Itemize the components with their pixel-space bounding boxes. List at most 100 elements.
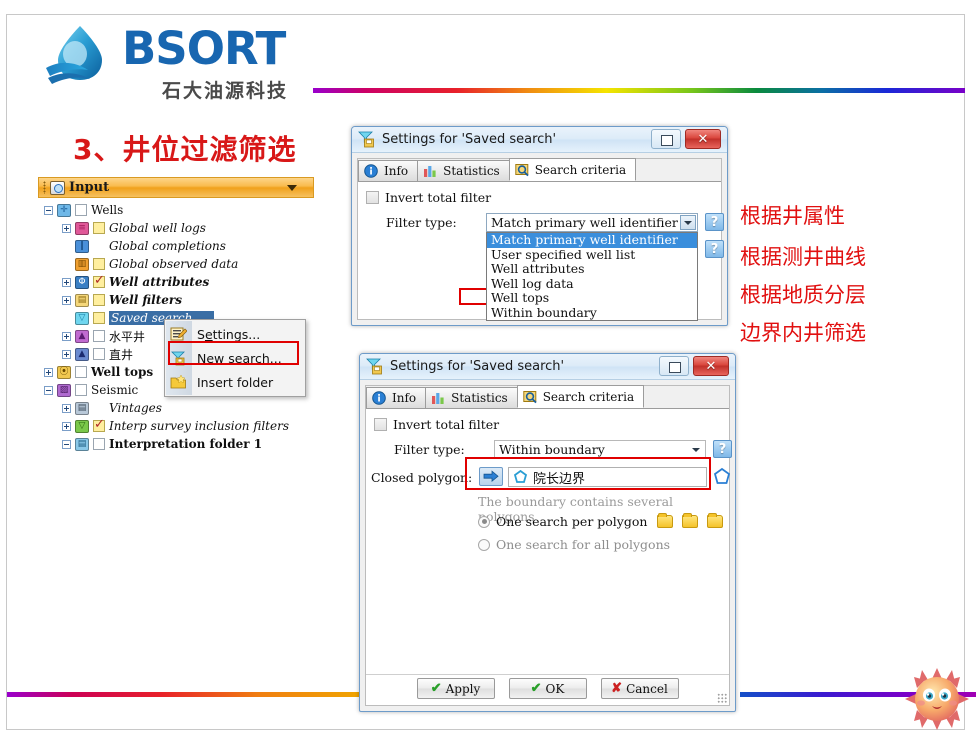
tab-info[interactable]: Info <box>366 387 427 408</box>
tree-node-checkbox[interactable] <box>93 222 105 234</box>
secondary-help-button[interactable]: ? <box>705 240 724 258</box>
dialog-top-titlebar[interactable]: Settings for 'Saved search' ✕ <box>352 127 727 153</box>
tree-expander-minus-icon[interactable] <box>62 439 71 449</box>
settings-dialog-top[interactable]: Settings for 'Saved search' ✕ Info Stati… <box>351 126 728 326</box>
chevron-down-icon[interactable] <box>287 185 297 191</box>
tab-statistics[interactable]: Statistics <box>425 387 518 408</box>
menu-item-insert-folder[interactable]: Insert folder <box>165 370 305 394</box>
completions-icon: ❙ <box>74 239 90 254</box>
dropdown-option[interactable]: User specified well list <box>487 247 697 263</box>
tree-node[interactable]: ▤ Well filters <box>38 291 314 309</box>
tree-node[interactable]: ▥ Global observed data <box>38 255 314 273</box>
tree-node-label: Global observed data <box>109 257 239 271</box>
tree-expander-plus-icon[interactable] <box>62 349 71 359</box>
tab-info[interactable]: Info <box>358 160 419 181</box>
tab-search-criteria[interactable]: Search criteria <box>516 385 645 408</box>
tree-node[interactable]: Φ Well attributes <box>38 273 314 291</box>
input-panel-header[interactable]: Input <box>38 177 314 198</box>
tree-node-checkbox[interactable] <box>93 258 105 270</box>
tree-node[interactable]: ▤ Vintages <box>38 399 314 417</box>
tree-expander-plus-icon[interactable] <box>62 421 71 431</box>
tab-statistics[interactable]: Statistics <box>417 160 510 181</box>
filter-type-combo[interactable]: Match primary well identifier <box>486 213 698 232</box>
polygon-picker-icon[interactable] <box>713 467 731 486</box>
insert-selection-arrow-button[interactable] <box>479 467 503 486</box>
dropdown-option[interactable]: Well log data <box>487 276 697 292</box>
tree-expander-plus-icon[interactable] <box>62 223 71 233</box>
tree-expander-plus-icon[interactable] <box>62 295 71 305</box>
tree-node[interactable]: ❙ Global completions <box>38 237 314 255</box>
tree-node-checkbox[interactable] <box>93 438 105 450</box>
invert-total-filter-checkbox[interactable] <box>374 418 387 431</box>
tree-expander-plus-icon[interactable] <box>62 331 71 341</box>
insert-folder-icon <box>170 374 186 389</box>
menu-item-settings-label: Settings... <box>197 326 261 342</box>
tree-node[interactable]: ≡ Global well logs <box>38 219 314 237</box>
chevron-down-icon[interactable] <box>680 215 696 230</box>
tree-node[interactable]: ▽ Interp survey inclusion filters <box>38 417 314 435</box>
tree-node-label: Wells <box>91 203 124 217</box>
radio-one-search-all-polygons[interactable]: One search for all polygons <box>478 537 670 552</box>
restore-icon[interactable] <box>651 129 681 149</box>
dialog-bottom-titlebar[interactable]: Settings for 'Saved search' ✕ <box>360 354 735 380</box>
settings-dialog-bottom[interactable]: Settings for 'Saved search' ✕ Info Stati… <box>359 353 736 712</box>
dropdown-option[interactable]: Well attributes <box>487 262 697 277</box>
tree-expander-plus-icon[interactable] <box>44 367 53 377</box>
tree-node-label: 直井 <box>109 347 134 362</box>
folder-icon[interactable] <box>707 513 724 528</box>
annotation-boundary-filter: 边界内井筛选 <box>740 321 866 345</box>
tab-search-criteria[interactable]: Search criteria <box>508 158 637 181</box>
resize-grip[interactable] <box>717 693 727 703</box>
cancel-button[interactable]: ✘ Cancel <box>600 678 679 699</box>
tree-node-checkbox[interactable] <box>93 312 105 324</box>
menu-item-new-search[interactable]: New search... <box>165 346 305 370</box>
tree-expander-plus-icon[interactable] <box>62 403 71 413</box>
dropdown-option[interactable]: Well tops <box>487 291 697 306</box>
tree-node-checkbox[interactable] <box>93 348 105 360</box>
filter-type-dropdown-list[interactable]: Match primary well identifier User specif… <box>486 232 698 321</box>
close-icon[interactable]: ✕ <box>693 356 729 376</box>
tree-node-checkbox[interactable] <box>75 204 87 216</box>
radio-all-polygons-input[interactable] <box>478 538 490 551</box>
rainbow-divider-top <box>313 88 965 93</box>
tree-node-checkbox[interactable] <box>75 366 87 378</box>
tree-expander-minus-icon[interactable] <box>44 205 53 215</box>
closed-polygon-input[interactable]: 院长边界 <box>508 467 707 487</box>
tree-node-checkbox[interactable] <box>93 330 105 342</box>
tree-node-checkbox[interactable] <box>75 384 87 396</box>
menu-item-settings[interactable]: Settings... <box>165 322 305 346</box>
ok-button[interactable]: ✔ OK <box>508 678 587 699</box>
dropdown-option[interactable]: Within boundary <box>487 305 697 321</box>
drag-grip-icon[interactable] <box>43 181 46 194</box>
radio-one-search-per-polygon[interactable]: One search per polygon <box>478 513 727 529</box>
dialog-bottom-title: Settings for 'Saved search' <box>390 359 565 374</box>
tree-expander-plus-icon[interactable] <box>62 277 71 287</box>
tree-node-checkbox[interactable] <box>93 273 105 288</box>
vertical-well-icon: ▲ <box>74 347 90 362</box>
filter-type-help-button[interactable]: ? <box>705 213 724 231</box>
folder-icon[interactable] <box>682 513 699 528</box>
tree-node[interactable]: ✛ Wells <box>38 201 314 219</box>
apply-button[interactable]: ✔ Apply <box>416 678 495 699</box>
invert-total-filter-checkbox[interactable] <box>366 191 379 204</box>
tree-node[interactable]: ▤ Interpretation folder 1 <box>38 435 314 453</box>
tree-node-checkbox[interactable] <box>93 417 105 432</box>
tree-node-label: Seismic <box>91 383 139 397</box>
close-icon[interactable]: ✕ <box>685 129 721 149</box>
chevron-down-icon[interactable] <box>688 442 704 457</box>
filter-type-help-button[interactable]: ? <box>713 440 732 458</box>
invert-total-filter-row[interactable]: Invert total filter <box>374 417 499 432</box>
restore-icon[interactable] <box>659 356 689 376</box>
tree-context-menu[interactable]: Settings... New search... Insert folder <box>164 319 306 397</box>
close-x-icon: ✘ <box>611 681 623 696</box>
tree-node-checkbox[interactable] <box>93 294 105 306</box>
radio-per-polygon-input[interactable] <box>478 515 490 528</box>
folder-icon[interactable] <box>657 513 674 528</box>
tab-statistics-label: Statistics <box>443 164 500 178</box>
dialog-top-tabstrip[interactable]: Info Statistics Search criteria <box>358 158 721 182</box>
dialog-bottom-tabstrip[interactable]: Info Statistics Search criteria <box>366 385 729 409</box>
dropdown-option[interactable]: Match primary well identifier <box>487 233 697 248</box>
tree-expander-minus-icon[interactable] <box>44 385 53 395</box>
invert-total-filter-row[interactable]: Invert total filter <box>366 190 491 205</box>
filter-type-combo[interactable]: Within boundary <box>494 440 706 459</box>
